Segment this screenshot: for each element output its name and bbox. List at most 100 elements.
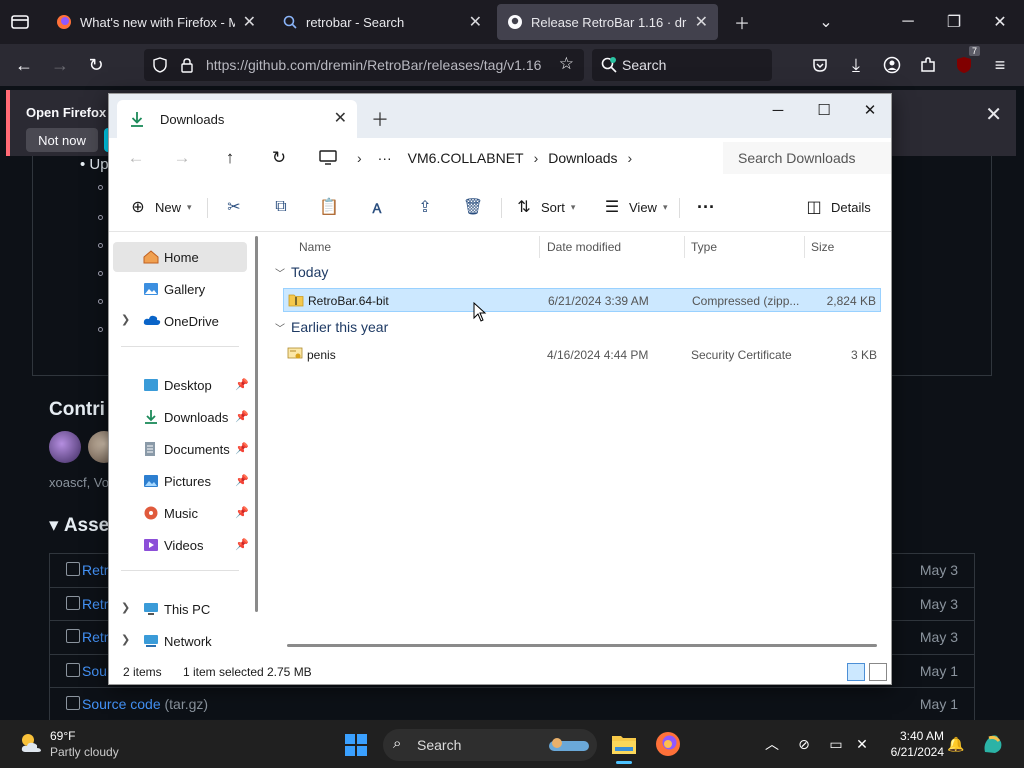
column-divider[interactable] (804, 236, 805, 258)
tab-overview-icon[interactable] (6, 8, 34, 34)
details-view-icon[interactable] (847, 663, 865, 681)
file-list-horizontal-scrollbar[interactable] (287, 644, 877, 647)
ublock-origin-icon[interactable]: 7 (950, 46, 980, 78)
back-arrow-icon[interactable]: ← (123, 146, 149, 170)
minimize-icon[interactable]: ─ (755, 96, 801, 124)
avatar[interactable] (49, 431, 81, 463)
weather-description[interactable]: Partly cloudy (50, 745, 119, 759)
asset-name[interactable]: Retr (82, 629, 108, 645)
chevron-right-icon[interactable]: ❯ (121, 313, 130, 326)
file-explorer-taskbar-icon[interactable] (608, 728, 640, 764)
paste-button[interactable]: 📋 (319, 194, 339, 220)
close-icon[interactable]: ✕ (847, 96, 893, 124)
chevron-up-icon[interactable]: ︿ (762, 734, 782, 754)
chevron-right-icon[interactable]: ❯ (121, 633, 130, 646)
breadcrumb[interactable]: › ··· VM6.COLLABNET › Downloads › (313, 142, 711, 174)
taskbar-search-box[interactable]: ⌕ Search (383, 729, 597, 761)
file-row-retrobar[interactable]: RetroBar.64-bit 6/21/2024 3:39 AM Compre… (283, 288, 881, 312)
view-button[interactable]: ☰ View ▾ (603, 194, 668, 220)
nav-item-desktop[interactable]: Desktop 📌 (113, 370, 249, 400)
chevron-right-icon[interactable]: ❯ (121, 601, 130, 614)
nav-item-home[interactable]: Home (113, 242, 247, 272)
restore-icon[interactable]: ❐ (934, 8, 974, 36)
list-all-tabs-chevron-icon[interactable]: ⌄ (806, 8, 846, 36)
refresh-icon[interactable]: ↻ (266, 146, 292, 170)
pocket-icon[interactable] (806, 52, 834, 78)
share-button[interactable]: ⇪ (416, 194, 434, 220)
copilot-icon[interactable] (980, 731, 1006, 757)
browser-tab-search[interactable]: retrobar - Search ✕ (272, 4, 492, 40)
bookmark-star-icon[interactable]: ☆ (559, 54, 574, 74)
url-text[interactable]: https://github.com/dremin/RetroBar/relea… (206, 57, 546, 73)
lock-icon[interactable] (180, 57, 194, 73)
new-tab-plus-icon[interactable]: ＋ (371, 106, 389, 132)
close-icon[interactable]: ✕ (980, 8, 1020, 36)
browser-tab-whats-new[interactable]: What's new with Firefox - More ✕ (46, 4, 266, 40)
asset-name[interactable]: Sou (82, 663, 107, 679)
minimize-icon[interactable]: ─ (888, 8, 928, 36)
pin-icon[interactable]: 📌 (235, 410, 249, 423)
not-now-button[interactable]: Not now (26, 128, 98, 152)
column-header-date-modified[interactable]: Date modified (547, 240, 621, 254)
cut-button[interactable]: ✂ (225, 194, 243, 220)
firefox-search-bar[interactable]: Search (592, 49, 772, 81)
shield-icon[interactable] (152, 57, 168, 73)
forward-arrow-icon[interactable]: → (169, 146, 195, 170)
forward-arrow-icon[interactable]: → (46, 52, 74, 78)
tab-close-icon[interactable]: ✕ (243, 12, 256, 32)
clock-date[interactable]: 6/21/2024 (864, 745, 944, 759)
explorer-tab-downloads[interactable]: Downloads ✕ (117, 100, 357, 138)
more-options-icon[interactable]: ··· (697, 194, 715, 220)
breadcrumb-separator-icon[interactable]: › (534, 150, 539, 166)
copy-button[interactable]: ⧉ (272, 194, 290, 220)
column-divider[interactable] (684, 236, 685, 258)
account-icon[interactable] (878, 52, 906, 78)
rename-button[interactable]: Ａ (368, 194, 386, 220)
nav-pane-scrollbar[interactable] (255, 236, 258, 612)
browser-tab-release[interactable]: Release RetroBar 1.16 · dremin/R ✕ (497, 4, 718, 40)
breadcrumb-separator-icon[interactable]: › (357, 150, 362, 166)
breadcrumb-overflow-icon[interactable]: ··· (378, 150, 392, 166)
nav-item-documents[interactable]: Documents 📌 (113, 434, 249, 464)
no-network-icon[interactable]: ⊘ (794, 734, 814, 754)
breadcrumb-item-downloads[interactable]: Downloads (548, 150, 617, 166)
asset-name[interactable]: Retr (82, 562, 108, 578)
maximize-icon[interactable]: ☐ (801, 96, 847, 124)
pin-icon[interactable]: 📌 (235, 378, 249, 391)
asset-name[interactable]: Retr (82, 596, 108, 612)
column-header-name[interactable]: Name (299, 240, 331, 254)
tiles-view-icon[interactable] (869, 663, 887, 681)
reload-icon[interactable]: ↻ (82, 52, 110, 78)
asset-name[interactable]: Source code (tar.gz) (82, 696, 208, 712)
url-bar[interactable]: https://github.com/dremin/RetroBar/relea… (144, 49, 584, 81)
extensions-puzzle-icon[interactable] (914, 52, 942, 78)
windows-start-icon[interactable] (344, 733, 368, 757)
nav-item-downloads[interactable]: Downloads 📌 (113, 402, 249, 432)
sort-button[interactable]: ⇅ Sort ▾ (515, 194, 575, 220)
nav-item-onedrive[interactable]: ❯ OneDrive (113, 306, 247, 336)
delete-button[interactable]: 🗑 (463, 194, 483, 220)
firefox-taskbar-icon[interactable] (652, 728, 684, 760)
nav-item-network[interactable]: ❯ Network (113, 626, 247, 656)
clock-time[interactable]: 3:40 AM (864, 729, 944, 743)
back-arrow-icon[interactable]: ← (10, 52, 38, 78)
display-icon[interactable]: ▭ (826, 734, 846, 754)
downloads-icon[interactable]: ⤓ (842, 52, 870, 78)
new-button[interactable]: ⊕ New ▾ (129, 194, 191, 220)
tab-close-icon[interactable]: ✕ (695, 12, 708, 32)
breadcrumb-item-vm6[interactable]: VM6.COLLABNET (408, 150, 524, 166)
tab-close-icon[interactable]: ✕ (469, 12, 482, 32)
menu-hamburger-icon[interactable]: ≡ (986, 52, 1014, 78)
close-icon[interactable]: ✕ (334, 108, 347, 128)
nav-item-pictures[interactable]: Pictures 📌 (113, 466, 249, 496)
group-header-today[interactable]: ﹀ Today (275, 264, 328, 280)
new-tab-plus-icon[interactable]: ＋ (722, 8, 762, 36)
column-header-type[interactable]: Type (691, 240, 717, 254)
up-arrow-icon[interactable]: ↑ (217, 146, 243, 170)
search-downloads-input[interactable]: Search Downloads (723, 142, 891, 174)
breadcrumb-separator-icon[interactable]: › (628, 150, 633, 166)
details-button[interactable]: ◫ Details (805, 194, 870, 220)
nav-item-this-pc[interactable]: ❯ This PC (113, 594, 247, 624)
pin-icon[interactable]: 📌 (235, 474, 249, 487)
file-row-certificate[interactable]: penis 4/16/2024 4:44 PM Security Certifi… (283, 343, 881, 367)
